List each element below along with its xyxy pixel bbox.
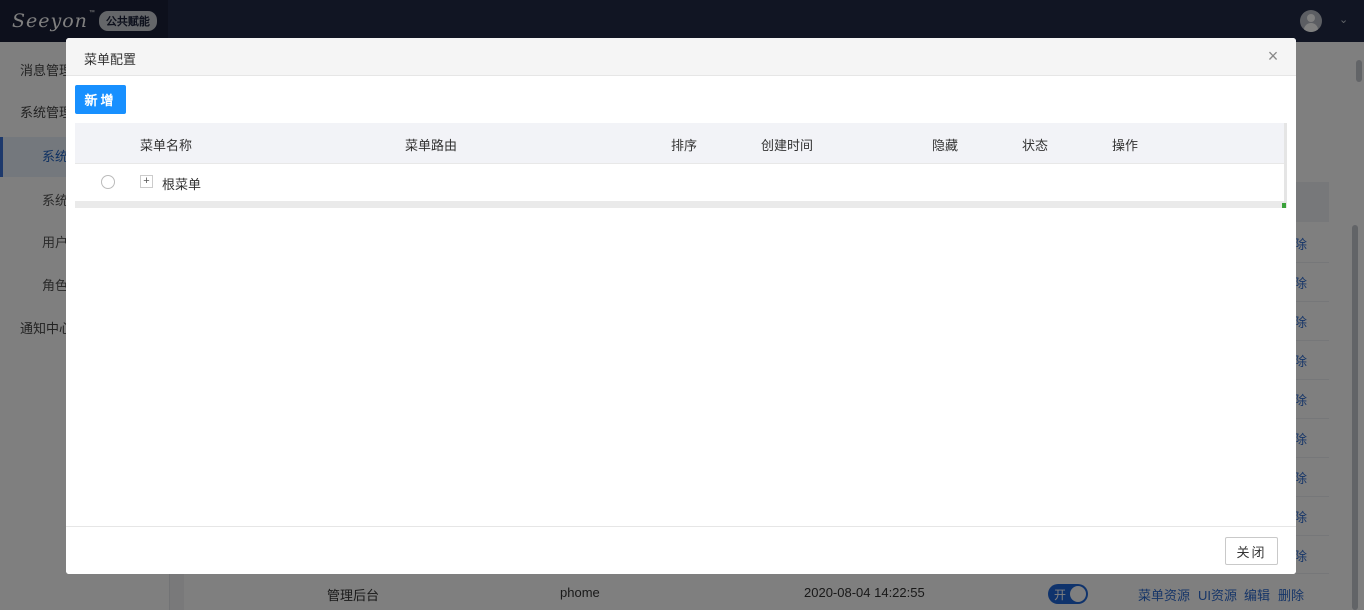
column-created-time[interactable]: 创建时间 — [761, 135, 813, 154]
column-menu-name[interactable]: 菜单名称 — [140, 135, 192, 154]
grid-header: 菜单名称 菜单路由 排序 创建时间 隐藏 状态 操作 — [75, 123, 1284, 164]
table-row[interactable]: + 根菜单 — [75, 164, 1284, 201]
row-radio[interactable] — [101, 175, 115, 189]
add-button[interactable]: 新增 — [75, 85, 126, 114]
close-icon[interactable]: × — [1264, 47, 1282, 65]
column-menu-route[interactable]: 菜单路由 — [405, 135, 457, 154]
dialog-footer: 关闭 — [66, 526, 1296, 574]
column-status[interactable]: 状态 — [1022, 135, 1048, 154]
dialog-header: 菜单配置 × — [66, 38, 1296, 76]
horizontal-scrollbar[interactable] — [75, 201, 1284, 208]
menu-tree-grid: 菜单名称 菜单路由 排序 创建时间 隐藏 状态 操作 + 根菜单 — [75, 123, 1287, 208]
column-actions[interactable]: 操作 — [1112, 135, 1138, 154]
dialog-title: 菜单配置 — [84, 52, 137, 67]
row-menu-name: 根菜单 — [162, 177, 202, 192]
expand-icon[interactable]: + — [140, 175, 153, 188]
menu-config-dialog: 菜单配置 × 新增 菜单名称 菜单路由 排序 创建时间 隐藏 状态 操作 + 根… — [66, 38, 1296, 574]
scrollbar-corner — [1282, 203, 1286, 208]
column-sort[interactable]: 排序 — [671, 135, 697, 154]
close-button[interactable]: 关闭 — [1225, 537, 1278, 565]
column-hidden[interactable]: 隐藏 — [932, 135, 958, 154]
